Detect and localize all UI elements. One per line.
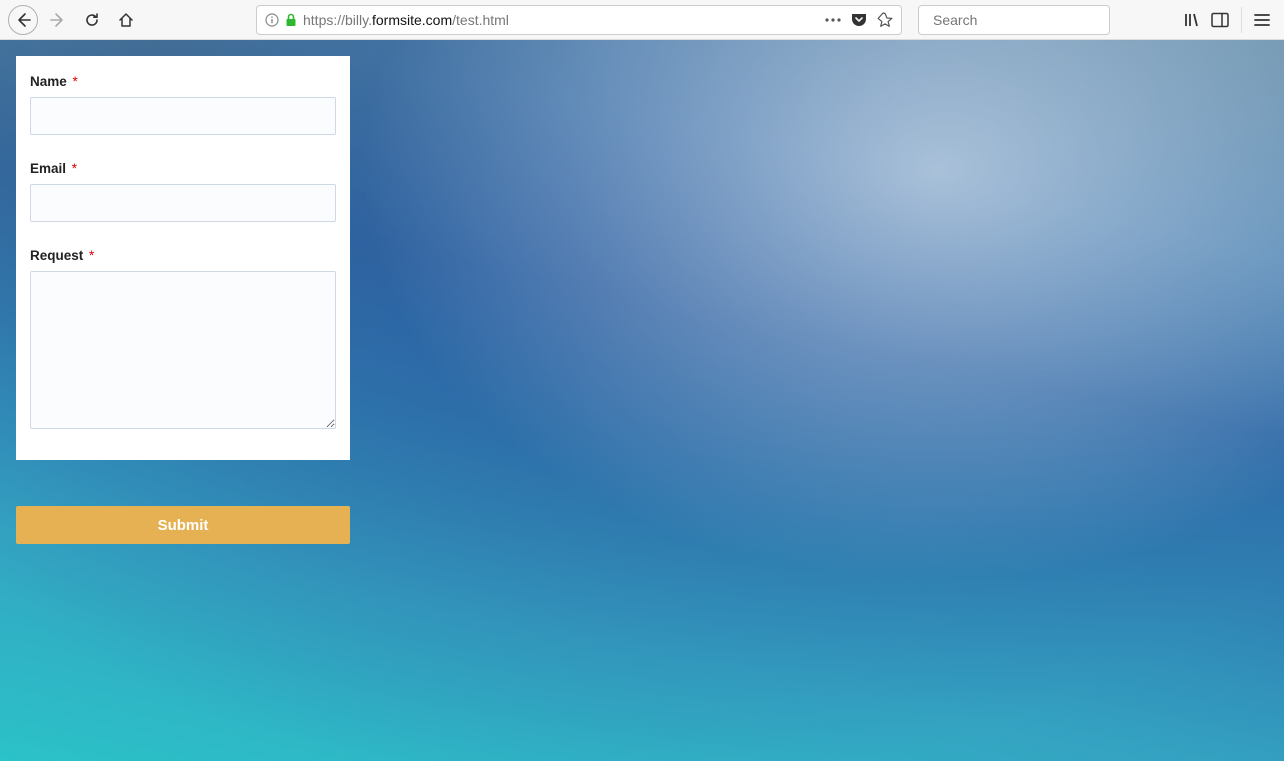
name-input[interactable] (30, 97, 336, 135)
home-icon (118, 12, 134, 28)
email-label-text: Email (30, 161, 66, 176)
toolbar-right-icons (1183, 7, 1276, 33)
required-mark: * (89, 248, 94, 263)
library-icon[interactable] (1183, 12, 1199, 28)
name-label-text: Name (30, 74, 67, 89)
arrow-left-icon (15, 12, 31, 28)
search-input[interactable] (933, 12, 1114, 28)
separator (1241, 7, 1242, 33)
back-button[interactable] (8, 5, 38, 35)
home-button[interactable] (112, 6, 140, 34)
url-prefix: https://billy. (303, 12, 372, 28)
page-content: Name * Email * Request * Submit (0, 40, 1284, 761)
arrow-right-icon (50, 12, 66, 28)
info-icon (265, 13, 279, 27)
pocket-icon[interactable] (851, 13, 867, 27)
name-label: Name * (30, 74, 336, 89)
required-mark: * (73, 74, 78, 89)
request-label: Request * (30, 248, 336, 263)
email-label: Email * (30, 161, 336, 176)
reload-button[interactable] (78, 6, 106, 34)
search-bar[interactable] (918, 5, 1110, 35)
email-input[interactable] (30, 184, 336, 222)
forward-button[interactable] (44, 6, 72, 34)
submit-button[interactable]: Submit (16, 506, 350, 544)
lock-icon (285, 13, 297, 27)
request-textarea[interactable] (30, 271, 336, 429)
form-card: Name * Email * Request * (16, 56, 350, 460)
browser-toolbar: https://billy.formsite.com/test.html (0, 0, 1284, 40)
url-path: /test.html (452, 12, 509, 28)
url-bar[interactable]: https://billy.formsite.com/test.html (256, 5, 902, 35)
url-action-icons (825, 12, 893, 28)
reload-icon (84, 12, 100, 28)
url-text: https://billy.formsite.com/test.html (303, 12, 819, 28)
sidebar-icon[interactable] (1211, 12, 1229, 28)
url-domain: formsite.com (372, 12, 452, 28)
required-mark: * (72, 161, 77, 176)
bookmark-star-icon[interactable] (877, 12, 893, 28)
email-field: Email * (30, 161, 336, 222)
menu-icon[interactable] (1254, 13, 1270, 27)
request-field: Request * (30, 248, 336, 434)
request-label-text: Request (30, 248, 83, 263)
more-icon[interactable] (825, 18, 841, 22)
name-field: Name * (30, 74, 336, 135)
